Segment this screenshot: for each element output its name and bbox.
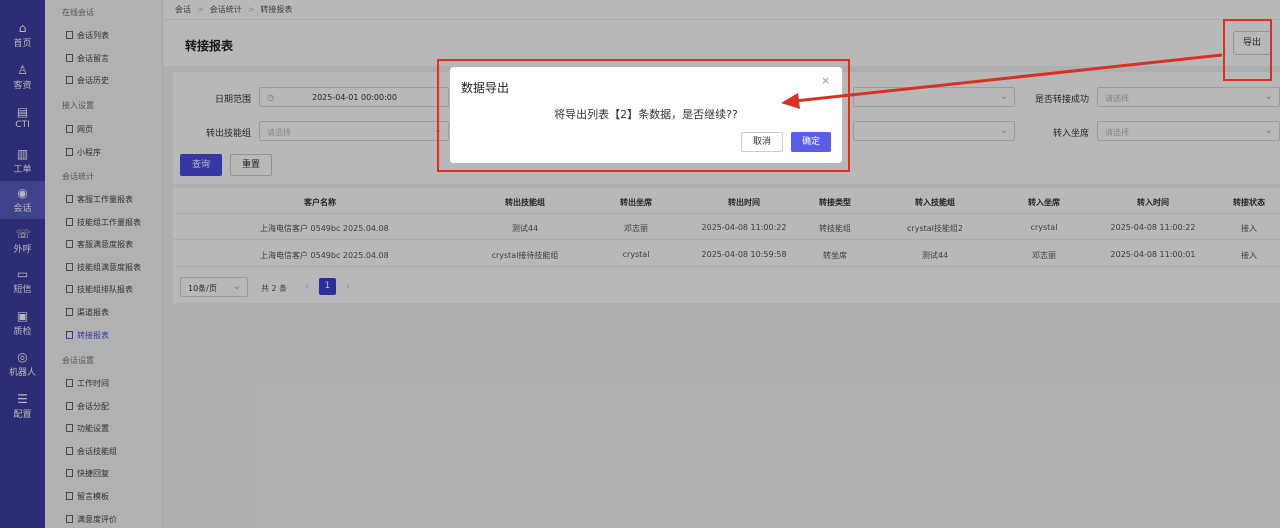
annotation-box-export [1223, 19, 1272, 81]
app-window: ⌂ 首页 ♙ 客资 ▤ CTI ▥ 工单 ◉ 会话 ☏ 外呼 ▭ 短信 ▣ 质检 ◎ 机器人 ☰ 配置 在线会话 会话列… [0, 0, 1280, 528]
annotation-box-dialog [437, 59, 850, 172]
